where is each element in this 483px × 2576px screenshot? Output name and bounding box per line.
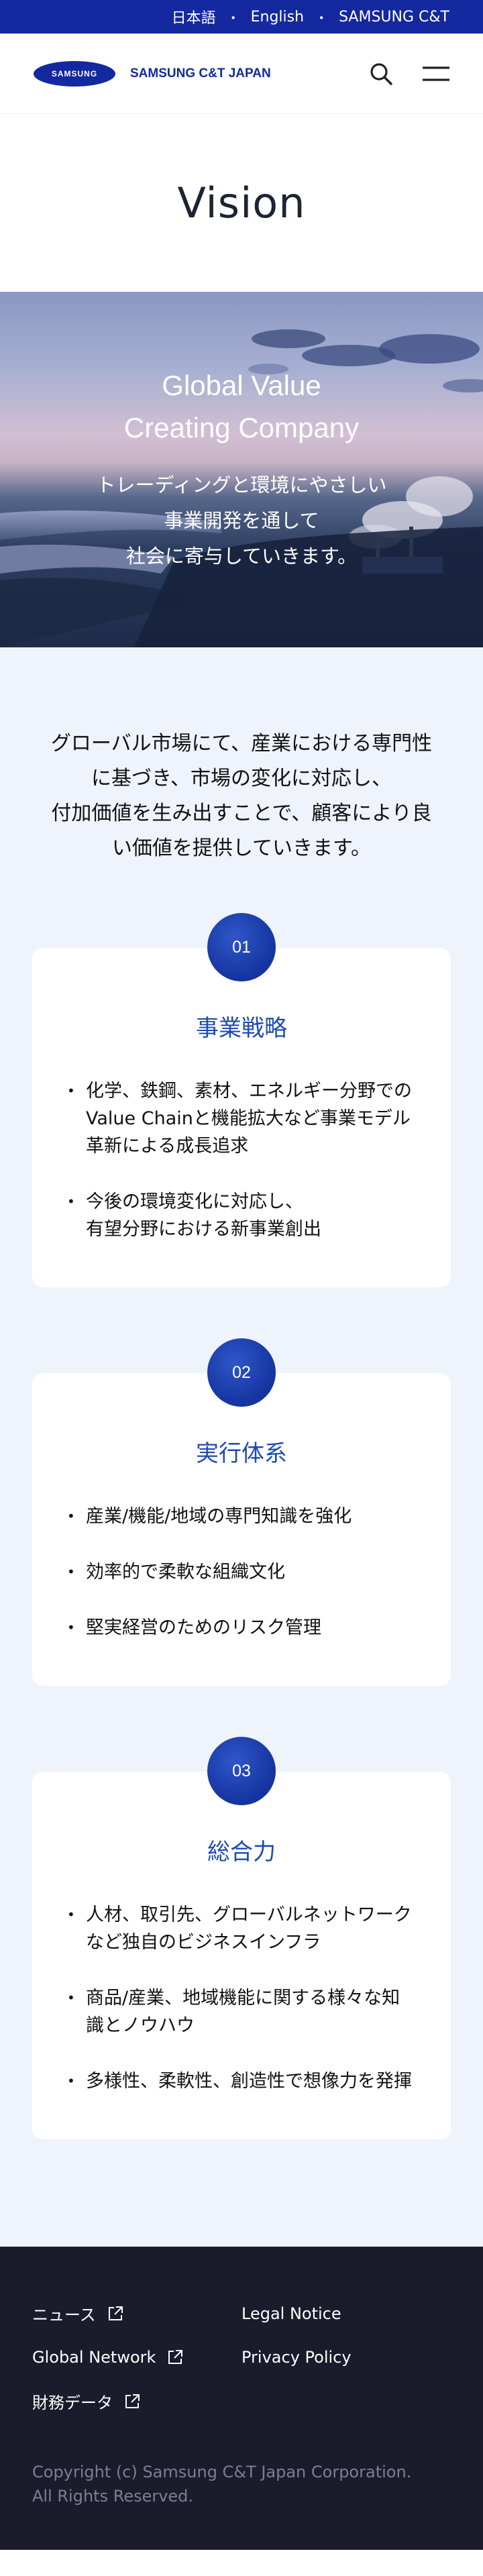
footer-link-global-network[interactable]: Global Network [32,2348,241,2367]
external-link-icon [125,2394,140,2408]
copyright-line: Copyright (c) Samsung C&T Japan Corporat… [32,2463,412,2481]
card-list: 産業/機能/地域の専門知識を強化 効率的で柔軟な組織文化 堅実経営のためのリスク… [59,1503,424,1642]
footer-link-legal-notice[interactable]: Legal Notice [241,2302,451,2325]
footer-link-label: Privacy Policy [241,2348,352,2367]
samsung-logo-oval: SAMSUNG [34,60,115,87]
list-item-line: 化学、鉄鋼、素材、エネルギー分野での [86,1081,412,1102]
hero-title-line: Creating Company [123,412,360,443]
card-body: 総合力 人材、取引先、グローバルネットワーク など独自のビジネスインフラ 商品/… [32,1772,451,2139]
list-item: 化学、鉄鋼、素材、エネルギー分野での Value Chainと機能拡大など事業モ… [59,1077,424,1160]
card-list: 人材、取引先、グローバルネットワーク など独自のビジネスインフラ 商品/産業、地… [59,1901,424,2095]
list-item-line: 識とノウハウ [86,2015,195,2036]
hero-subtitle-line: 社会に寄与していきます。 [125,545,358,568]
vision-cards: 01 事業戦略 化学、鉄鋼、素材、エネルギー分野での Value Chainと機… [0,913,483,2139]
lang-japanese-link[interactable]: 日本語 [172,6,216,28]
site-header: SAMSUNG SAMSUNG C&T JAPAN [0,34,483,114]
intro-text: グローバル市場にて、産業における専門性 に基づき、市場の変化に対応し、 付加価値… [0,727,483,866]
card-list: 化学、鉄鋼、素材、エネルギー分野での Value Chainと機能拡大など事業モ… [59,1077,424,1243]
menu-icon [423,66,449,81]
search-icon [370,62,392,85]
external-link-icon [168,2350,183,2364]
hero-subtitle-line: トレーディングと環境にやさしい [96,474,387,496]
list-item-line: Value Chainと機能拡大など事業モデル [86,1108,411,1129]
hero-title: Global Value Creating Company [0,364,483,449]
list-item: 堅実経営のためのリスク管理 [59,1614,424,1642]
list-item-line: 革新による成長追求 [86,1136,249,1157]
card-body: 実行体系 産業/機能/地域の専門知識を強化 効率的で柔軟な組織文化 堅実経営のた… [32,1373,451,1686]
list-item-line: 人材、取引先、グローバルネットワーク [86,1904,412,1925]
footer-link-label: 財務データ [32,2394,113,2412]
company-name: SAMSUNG C&T JAPAN [130,66,271,80]
list-item: 商品/産業、地域機能に関する様々な知 識とノウハウ [59,1984,424,2039]
vision-card-01: 01 事業戦略 化学、鉄鋼、素材、エネルギー分野での Value Chainと機… [32,913,451,1287]
footer-links: ニュース Legal Notice Global Network Privacy… [32,2302,451,2413]
card-title: 総合力 [207,1839,276,1866]
card-number-badge: 02 [207,1338,276,1407]
list-item-line: 今後の環境変化に対応し、 [86,1191,303,1212]
footer-link-label: Global Network [32,2348,156,2367]
vision-card-03: 03 総合力 人材、取引先、グローバルネットワーク など独自のビジネスインフラ … [32,1737,451,2139]
intro-line: グローバル市場にて、産業における専門性 [50,732,433,755]
card-body: 事業戦略 化学、鉄鋼、素材、エネルギー分野での Value Chainと機能拡大… [32,948,451,1287]
hero-title-line: Global Value [162,370,321,401]
logo[interactable]: SAMSUNG SAMSUNG C&T JAPAN [34,60,271,87]
list-item-line: 効率的で柔軟な組織文化 [86,1562,285,1582]
card-number-badge: 01 [207,913,276,981]
page-title-section: Vision [0,114,483,292]
footer-link-financial-data[interactable]: 財務データ [32,2390,241,2413]
hero-subtitle-line: 事業開発を通して [164,509,319,532]
list-item-line: 堅実経営のためのリスク管理 [86,1617,321,1638]
list-item-line: 有望分野における新事業創出 [86,1219,321,1240]
list-item: 効率的で柔軟な組織文化 [59,1558,424,1586]
list-item: 今後の環境変化に対応し、 有望分野における新事業創出 [59,1188,424,1243]
top-utility-bar: 日本語 ・ English ・ SAMSUNG C&T [0,0,483,34]
vision-card-02: 02 実行体系 産業/機能/地域の専門知識を強化 効率的で柔軟な組織文化 堅実経… [32,1338,451,1686]
external-link-icon [108,2306,123,2320]
list-item-line: など独自のビジネスインフラ [86,1932,321,1953]
menu-button[interactable] [423,60,449,87]
vision-content: グローバル市場にて、産業における専門性 に基づき、市場の変化に対応し、 付加価値… [0,647,483,2247]
intro-line: に基づき、市場の変化に対応し、 [91,767,392,790]
footer-link-label: ニュース [32,2306,96,2324]
card-title: 事業戦略 [196,1015,287,1042]
hero-subtitle: トレーディングと環境にやさしい 事業開発を通して 社会に寄与していきます。 [0,468,483,574]
copyright: Copyright (c) Samsung C&T Japan Corporat… [32,2460,451,2508]
footer-link-label: Legal Notice [241,2304,341,2323]
card-number-badge: 03 [207,1737,276,1805]
page-title: Vision [177,178,306,227]
hero-banner: Global Value Creating Company トレーディングと環境… [0,292,483,647]
copyright-line: All Rights Reserved. [32,2487,194,2506]
list-item-line: 多様性、柔軟性、創造性で想像力を発揮 [86,2071,412,2092]
search-button[interactable] [368,60,394,87]
intro-line: い価値を提供していきます。 [111,837,372,860]
card-title: 実行体系 [196,1440,287,1467]
list-item: 産業/機能/地域の専門知識を強化 [59,1503,424,1530]
list-item: 人材、取引先、グローバルネットワーク など独自のビジネスインフラ [59,1901,424,1956]
footer-link-privacy-policy[interactable]: Privacy Policy [241,2348,451,2367]
samsung-ct-link[interactable]: SAMSUNG C&T [339,9,449,25]
lang-english-link[interactable]: English [251,9,304,25]
intro-line: 付加価値を生み出すことで、顧客により良 [51,802,432,825]
site-footer: ニュース Legal Notice Global Network Privacy… [0,2247,483,2550]
list-item-line: 商品/産業、地域機能に関する様々な知 [86,1988,400,2008]
separator: ・ [315,9,329,26]
footer-link-news[interactable]: ニュース [32,2302,241,2325]
list-item: 多様性、柔軟性、創造性で想像力を発揮 [59,2068,424,2095]
separator: ・ [226,9,240,26]
list-item-line: 産業/機能/地域の専門知識を強化 [86,1506,352,1527]
